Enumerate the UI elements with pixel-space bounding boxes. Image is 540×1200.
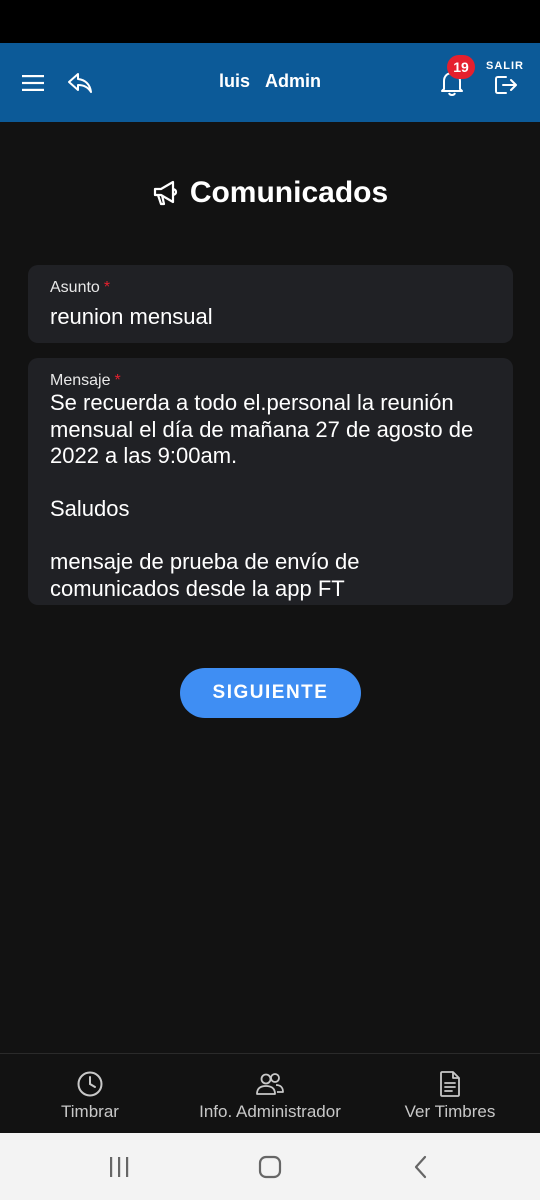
- asunto-label: Asunto *: [50, 279, 111, 296]
- required-mark: *: [103, 279, 111, 296]
- mensaje-label: Mensaje *: [50, 372, 121, 389]
- users-icon: [256, 1073, 284, 1095]
- chevron-left-icon: [414, 1155, 427, 1179]
- home-button[interactable]: [255, 1153, 285, 1181]
- document-icon: [440, 1071, 460, 1097]
- app-bar: luis Admin 19 SALIR: [0, 43, 540, 122]
- user-role: Admin: [265, 71, 322, 91]
- recent-apps-button[interactable]: [104, 1153, 134, 1181]
- notification-count-badge: 19: [447, 55, 475, 79]
- nav-item-timbrar[interactable]: Timbrar: [0, 1054, 180, 1133]
- user-name: luis: [218, 71, 250, 91]
- megaphone-icon: [153, 180, 177, 206]
- exit-button[interactable]: [491, 71, 521, 99]
- system-back-button[interactable]: [406, 1153, 436, 1181]
- mensaje-textarea[interactable]: Se recuerda a todo el.personal la reunió…: [50, 390, 491, 602]
- page-title: Comunicados: [0, 176, 540, 210]
- page-title-text: Comunicados: [189, 176, 389, 209]
- nav-item-label: Ver Timbres: [404, 1102, 496, 1121]
- asunto-field[interactable]: Asunto * reunion mensual: [28, 265, 513, 343]
- nav-item-label: Info. Administrador: [199, 1102, 341, 1121]
- mensaje-field[interactable]: Mensaje * Se recuerda a todo el.personal …: [28, 358, 513, 605]
- system-navigation-bar: [0, 1133, 540, 1200]
- nav-item-ver-timbres[interactable]: Ver Timbres: [360, 1054, 540, 1133]
- next-button[interactable]: SIGUIENTE: [180, 668, 361, 718]
- bottom-navigation: Timbrar Info. Administrador Ver Timbres: [0, 1053, 540, 1133]
- home-icon: [258, 1155, 282, 1179]
- required-mark: *: [114, 372, 121, 389]
- logout-icon: [495, 76, 517, 94]
- nav-item-label: Timbrar: [61, 1102, 119, 1121]
- recent-apps-icon: [110, 1157, 129, 1177]
- clock-icon: [77, 1071, 103, 1097]
- asunto-input[interactable]: reunion mensual: [50, 303, 491, 330]
- nav-item-info-administrador[interactable]: Info. Administrador: [180, 1054, 360, 1133]
- status-bar: [0, 0, 540, 43]
